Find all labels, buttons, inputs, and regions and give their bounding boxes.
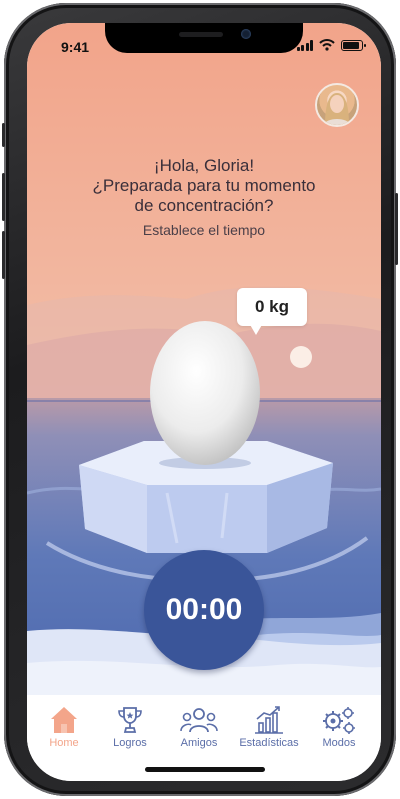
nav-label-logros: Logros bbox=[113, 737, 147, 749]
home-indicator[interactable] bbox=[145, 767, 265, 772]
nav-item-home[interactable]: Home bbox=[29, 705, 99, 749]
user-avatar[interactable] bbox=[315, 83, 359, 127]
nav-item-amigos[interactable]: Amigos bbox=[164, 705, 234, 749]
egg bbox=[150, 321, 260, 465]
signal-icon bbox=[296, 39, 313, 51]
wifi-icon bbox=[319, 39, 335, 51]
volume-up-button bbox=[2, 173, 5, 221]
gears-icon bbox=[323, 707, 355, 734]
battery-icon bbox=[341, 39, 366, 51]
weight-bubble-tail bbox=[249, 323, 263, 335]
nav-item-estadisticas[interactable]: Estadísticas bbox=[234, 705, 304, 749]
chart-icon bbox=[255, 706, 283, 734]
set-time-prompt: Establece el tiempo bbox=[142, 222, 266, 238]
speaker bbox=[179, 32, 223, 37]
nav-label-amigos: Amigos bbox=[180, 737, 218, 749]
mute-switch bbox=[2, 123, 5, 147]
trophy-icon bbox=[118, 707, 142, 733]
weight-bubble: 0 kg bbox=[237, 288, 307, 326]
friends-icon bbox=[180, 708, 218, 733]
notch bbox=[105, 23, 303, 53]
phone-frame: 9:41 ¡Hola, Gloria! ¿Preparada para tu m… bbox=[2, 3, 398, 796]
front-camera bbox=[241, 29, 251, 39]
timer-button[interactable]: 00:00 bbox=[144, 550, 264, 670]
app-screen: 9:41 ¡Hola, Gloria! ¿Preparada para tu m… bbox=[27, 23, 381, 781]
nav-label-home: Home bbox=[49, 737, 79, 749]
sun bbox=[290, 346, 312, 368]
power-button bbox=[395, 193, 398, 265]
nav-item-logros[interactable]: Logros bbox=[95, 705, 165, 749]
nav-label-estadisticas: Estadísticas bbox=[239, 737, 299, 749]
avatar-portrait bbox=[323, 93, 351, 125]
greeting-line-1: ¡Hola, Gloria! bbox=[153, 156, 255, 175]
nav-item-modos[interactable]: Modos bbox=[304, 705, 374, 749]
home-icon bbox=[51, 707, 77, 733]
status-icons bbox=[296, 39, 366, 51]
status-time: 9:41 bbox=[61, 39, 90, 55]
greeting: ¡Hola, Gloria! ¿Preparada para tu moment… bbox=[27, 156, 381, 216]
volume-down-button bbox=[2, 231, 5, 279]
greeting-line-2: ¿Preparada para tu momento bbox=[92, 176, 316, 195]
greeting-line-3: de concentración? bbox=[134, 196, 274, 215]
nav-label-modos: Modos bbox=[322, 737, 356, 749]
